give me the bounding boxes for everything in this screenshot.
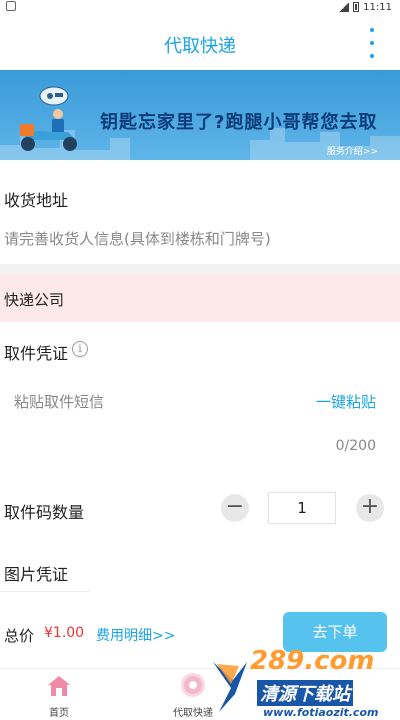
service-intro-link[interactable]: 服务介绍>>	[327, 144, 378, 157]
status-time: 11:11	[363, 1, 392, 13]
banner-slogan: 钥匙忘家里了?跑腿小哥帮您去取	[100, 112, 378, 133]
image-proof-divider	[0, 591, 90, 592]
total-label: 总价	[4, 627, 35, 645]
char-counter: 0/200	[335, 438, 376, 454]
image-proof-label: 图片凭证	[4, 565, 69, 584]
decrease-button[interactable]: −	[221, 494, 249, 522]
tab-home-label: 首页	[49, 708, 69, 719]
courier-company-selector[interactable]: 快递公司	[0, 274, 400, 322]
quantity-input[interactable]: 1	[268, 492, 336, 524]
info-icon[interactable]: i	[72, 341, 88, 357]
bottom-tab-bar: 首页 代取快递	[0, 668, 400, 720]
increase-button[interactable]: +	[356, 494, 384, 522]
delivery-rider-icon	[20, 86, 77, 151]
title-bar: 代取快递	[0, 14, 400, 70]
courier-company-label: 快递公司	[4, 291, 65, 309]
section-divider	[0, 264, 400, 274]
tab-home[interactable]: 首页	[14, 669, 104, 720]
notification-icon	[6, 1, 16, 11]
paste-button[interactable]: 一键粘贴	[316, 391, 376, 412]
status-bar: 11:11	[0, 0, 400, 14]
home-icon	[48, 676, 70, 696]
total-price: ¥1.00	[44, 625, 85, 641]
address-input[interactable]: 请完善收货人信息(具体到楼栋和门牌号)	[4, 228, 271, 249]
sms-input[interactable]: 粘贴取件短信	[14, 391, 104, 412]
battery-icon	[353, 2, 360, 12]
tab-courier-label: 代取快递	[173, 708, 213, 719]
address-label: 收货地址	[4, 191, 69, 210]
submit-order-button[interactable]: 去下单	[283, 612, 387, 652]
promo-banner[interactable]: 钥匙忘家里了?跑腿小哥帮您去取 服务介绍>>	[0, 70, 400, 160]
quantity-label: 取件码数量	[4, 503, 85, 522]
more-menu-icon[interactable]	[366, 28, 378, 58]
tab-courier[interactable]: 代取快递	[148, 669, 238, 720]
status-icons: 11:11	[339, 0, 392, 14]
page-title: 代取快递	[164, 36, 236, 57]
signal-icon	[339, 2, 350, 12]
fee-details-link[interactable]: 费用明细>>	[96, 625, 175, 645]
courier-icon	[181, 673, 205, 697]
pickup-proof-label: 取件凭证	[4, 344, 69, 363]
